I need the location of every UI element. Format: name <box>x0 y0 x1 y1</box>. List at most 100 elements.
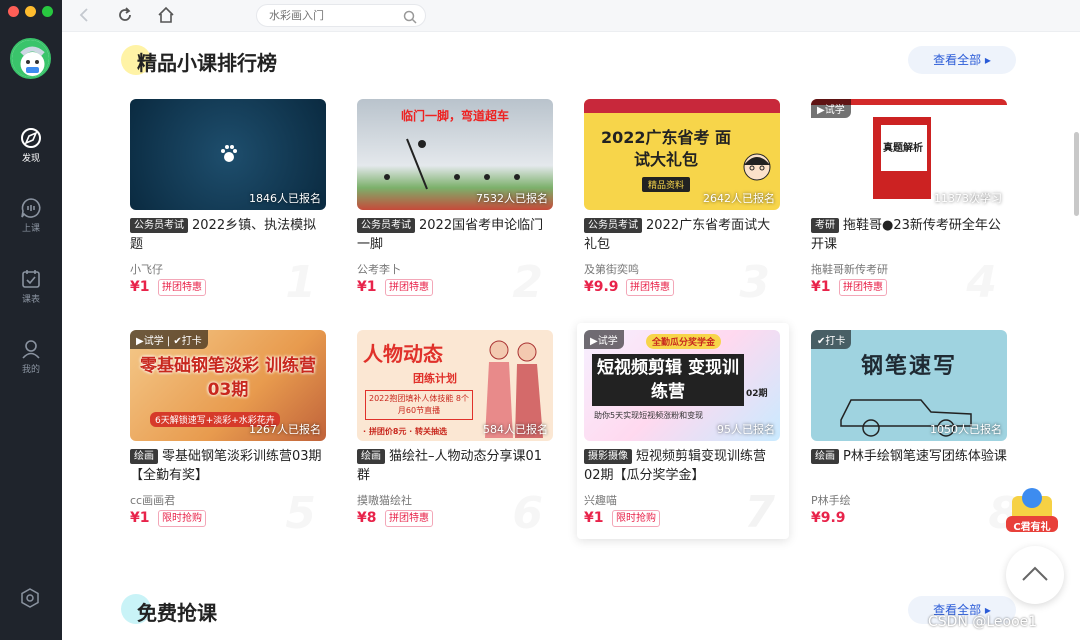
thumbnail-headline: 临门一脚，弯道超车 <box>400 109 509 123</box>
settings-icon <box>21 588 39 608</box>
thumbnail-period: 02期 <box>746 389 768 399</box>
maximize-window-button[interactable] <box>42 6 53 17</box>
rank-number: 2 <box>512 257 543 308</box>
course-title[interactable]: 公务员考试 2022乡镇、执法模拟题 <box>130 216 326 254</box>
course-title[interactable]: 公务员考试 2022国省考申论临门一脚 <box>357 216 553 254</box>
schedule-icon <box>22 270 40 288</box>
sidebar-item-class[interactable]: 上课 <box>0 197 62 234</box>
thumbnail-price-note: · 拼团价8元 · 转关抽选 <box>363 427 447 436</box>
course-thumbnail[interactable]: 人物动态 团练计划 2022抱团填补人体技能 8个月60节直播 · 拼团价8元 … <box>357 330 553 441</box>
course-author[interactable]: 及第街奕鸣 <box>584 261 639 277</box>
course-thumbnail[interactable]: 全勤瓜分奖学金 短视频剪辑 变现训练营 02期 助你5天实现短视频涨粉和变现 ▶… <box>584 330 780 441</box>
course-author[interactable]: 拖鞋哥新传考研 <box>811 261 888 277</box>
course-thumbnail[interactable]: 临门一脚，弯道超车 7532人已报名 <box>357 99 553 210</box>
minimize-window-button[interactable] <box>25 6 36 17</box>
search-box[interactable] <box>256 4 426 27</box>
course-title[interactable]: 绘画 零基础钢笔淡彩训练营03期【全勤有奖】 <box>130 447 326 485</box>
course-author[interactable]: P林手绘 <box>811 492 851 508</box>
enroll-count: 11373次学习 <box>934 192 1002 205</box>
search-icon[interactable] <box>403 9 417 28</box>
course-author[interactable]: 兴趣喵 <box>584 492 617 508</box>
rank-number: 7 <box>744 487 775 538</box>
section-title-free: 免费抢课 <box>137 601 217 625</box>
avatar[interactable] <box>10 38 51 79</box>
rank-number: 4 <box>966 257 997 308</box>
scrollbar-thumb[interactable] <box>1074 132 1079 216</box>
home-button[interactable] <box>157 6 175 28</box>
course-title[interactable]: 绘画 猫绘社–人物动态分享课01群 <box>357 447 553 485</box>
rank-number: 6 <box>512 488 543 539</box>
course-title-text: 拖鞋哥●23新传考研全年公开课 <box>811 218 1001 252</box>
course-card[interactable]: 人物动态 团练计划 2022抱团填补人体技能 8个月60节直播 · 拼团价8元 … <box>357 330 557 539</box>
thumbnail-headline: 2022广东省考 面试大礼包 <box>600 128 732 169</box>
course-price: ¥1 <box>811 279 831 295</box>
girl-illustration-icon <box>743 153 771 181</box>
gift-floating-button[interactable]: C君有礼 <box>1004 482 1060 538</box>
athletes-illustration <box>384 138 520 190</box>
settings-button[interactable] <box>20 588 40 612</box>
category-tag: 公务员考试 <box>130 218 188 233</box>
course-thumbnail[interactable]: 真题解析 ▶试学 11373次学习 <box>811 99 1007 210</box>
sidebar: 发现 上课 课表 我的 <box>0 0 62 640</box>
sidebar-item-label: 上课 <box>21 224 40 234</box>
sidebar-item-label: 课表 <box>21 295 40 305</box>
promo-badge: 拼团特惠 <box>839 279 887 296</box>
course-card-hovered[interactable]: 全勤瓜分奖学金 短视频剪辑 变现训练营 02期 助你5天实现短视频涨粉和变现 ▶… <box>577 323 789 539</box>
course-author[interactable]: 摸嗷猫绘社 <box>357 492 412 508</box>
watermark: CSDN @Leooe1 <box>928 614 1038 630</box>
course-card[interactable]: 钢笔速写 ✔打卡 1050人已报名 绘画 P林手绘钢笔速写团练体验课 P林手绘 ¥… <box>811 330 1019 539</box>
course-card[interactable]: 真题解析 ▶试学 11373次学习 考研 拖鞋哥●23新传考研全年公开课 拖鞋哥新… <box>811 99 1011 308</box>
course-price: ¥1 <box>357 279 377 295</box>
category-tag: 摄影摄像 <box>584 449 632 464</box>
rank-number: 1 <box>285 257 316 308</box>
category-tag: 考研 <box>811 218 839 233</box>
course-card[interactable]: 2022广东省考 面试大礼包 精品资料 2642人已报名 公务员考试 2022广东… <box>584 99 784 308</box>
category-tag: 公务员考试 <box>357 218 415 233</box>
enroll-count: 1050人已报名 <box>930 423 1002 436</box>
sidebar-item-discover[interactable]: 发现 <box>0 127 62 164</box>
scroll-to-top-button[interactable] <box>1006 546 1064 604</box>
course-thumbnail[interactable]: 零基础钢笔淡彩 训练营03期 6天解锁速写+淡彩+水彩花卉 ▶试学 | ✔打卡 … <box>130 330 326 441</box>
course-author[interactable]: 公考李卜 <box>357 261 401 277</box>
course-price: ¥9.9 <box>584 279 619 295</box>
course-thumbnail[interactable]: 2022广东省考 面试大礼包 精品资料 2642人已报名 <box>584 99 780 210</box>
course-author[interactable]: 小飞仔 <box>130 261 163 277</box>
sidebar-item-mine[interactable]: 我的 <box>0 338 62 375</box>
enroll-count: 584人已报名 <box>483 423 548 436</box>
live-class-icon <box>21 198 41 218</box>
course-thumbnail[interactable]: 1846人已报名 <box>130 99 326 210</box>
promo-badge: 限时抢购 <box>158 510 206 527</box>
course-thumbnail[interactable]: 钢笔速写 ✔打卡 1050人已报名 <box>811 330 1007 441</box>
promo-badge: 拼团特惠 <box>158 279 206 296</box>
course-title[interactable]: 考研 拖鞋哥●23新传考研全年公开课 <box>811 216 1007 254</box>
view-all-ranking-button[interactable]: 查看全部 ▸ <box>908 46 1016 74</box>
close-window-button[interactable] <box>8 6 19 17</box>
course-card[interactable]: 临门一脚，弯道超车 7532人已报名 公务员考试 2022国省考申论临门一脚 公考… <box>357 99 557 308</box>
chevron-up-icon <box>1022 566 1048 581</box>
thumbnail-subtitle: 精品资料 <box>642 177 691 192</box>
back-button[interactable] <box>76 6 94 28</box>
course-card[interactable]: 1846人已报名 公务员考试 2022乡镇、执法模拟题 小飞仔 ¥1 拼团特惠 1 <box>130 99 330 308</box>
search-input[interactable] <box>269 9 399 22</box>
course-title-text: 零基础钢笔淡彩训练营03期【全勤有奖】 <box>130 449 322 483</box>
course-card[interactable]: 零基础钢笔淡彩 训练营03期 6天解锁速写+淡彩+水彩花卉 ▶试学 | ✔打卡 … <box>130 330 330 539</box>
course-title[interactable]: 绘画 P林手绘钢笔速写团练体验课 <box>811 447 1007 466</box>
thumbnail-headline: 短视频剪辑 变现训练营 <box>592 354 744 406</box>
window-controls <box>8 6 53 17</box>
trial-badge: ▶试学 <box>811 99 851 118</box>
refresh-button[interactable] <box>116 6 134 28</box>
enroll-count: 1267人已报名 <box>249 423 321 436</box>
course-title[interactable]: 摄影摄像 短视频剪辑变现训练营02期【瓜分奖学金】 <box>584 447 780 485</box>
refresh-icon <box>119 7 131 21</box>
enroll-count: 2642人已报名 <box>703 192 775 205</box>
sidebar-item-schedule[interactable]: 课表 <box>0 268 62 305</box>
promo-badge: 拼团特惠 <box>626 279 674 296</box>
enroll-count: 95人已报名 <box>717 423 775 436</box>
trial-badge: ▶试学 <box>584 330 624 349</box>
sidebar-item-label: 我的 <box>21 365 40 375</box>
course-price: ¥1 <box>584 510 604 526</box>
trial-badge: ▶试学 | ✔打卡 <box>130 330 208 349</box>
course-title[interactable]: 公务员考试 2022广东省考面试大礼包 <box>584 216 780 254</box>
course-author[interactable]: cc画画君 <box>130 492 175 508</box>
gift-label: C君有礼 <box>1013 522 1051 533</box>
